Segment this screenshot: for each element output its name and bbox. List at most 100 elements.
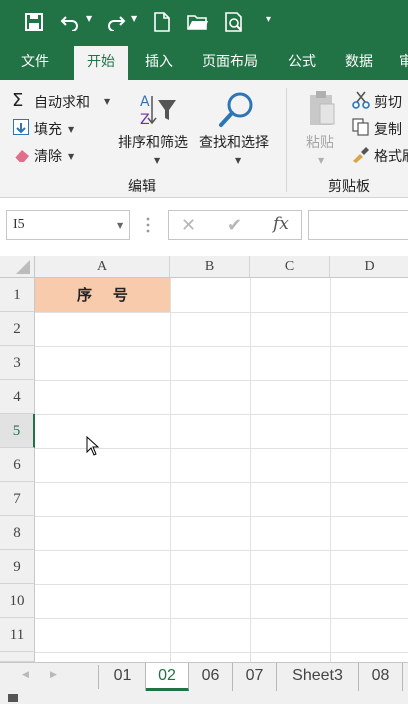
tab-data[interactable]: 数据 (333, 44, 385, 80)
select-all-corner[interactable] (0, 256, 35, 278)
tab-insert[interactable]: 插入 (132, 44, 186, 80)
chevron-down-icon: ▼ (68, 152, 75, 161)
row-header-11[interactable]: 11 (0, 618, 35, 652)
grid-line (35, 312, 408, 313)
grid-line (330, 278, 331, 662)
sheet-tab-08[interactable]: 08 (359, 663, 403, 691)
status-macro-icon (8, 694, 18, 702)
sort-filter-label: 排序和筛选 (118, 135, 188, 151)
spreadsheet-grid: A B C D 1 2 3 4 5 6 7 8 9 10 11 序 号 (0, 256, 408, 662)
clipboard-icon (308, 90, 336, 132)
autosum-label: 自动求和 (34, 95, 90, 111)
cut-button[interactable]: 剪切 (352, 90, 408, 112)
format-painter-label: 格式刷 (374, 149, 408, 165)
scroll-right-icon[interactable]: ▶ (50, 670, 57, 680)
copy-label: 复制 (374, 122, 402, 138)
row-header-2[interactable]: 2 (0, 312, 35, 346)
grid-line (35, 380, 408, 381)
sheet-tab-01[interactable]: 01 (100, 663, 146, 691)
ribbon: Σ 自动求和 ▼ 填充 ▼ 清除 ▼ AZ 排序和筛选 ▼ 查找和选择 ▼ 编辑 (0, 80, 408, 198)
copy-icon (352, 118, 370, 140)
sort-az-filter-icon: AZ (138, 92, 178, 132)
fill-down-icon (13, 119, 29, 135)
copy-button[interactable]: 复制 (352, 117, 408, 139)
column-header-c[interactable]: C (250, 256, 330, 278)
sheet-tab-07[interactable]: 07 (233, 663, 277, 691)
chevron-down-icon: ▼ (117, 221, 124, 230)
autosum-button[interactable]: Σ 自动求和 ▼ (12, 90, 116, 112)
row-header-9[interactable]: 9 (0, 550, 35, 584)
row-header-3[interactable]: 3 (0, 346, 35, 380)
eraser-icon (13, 147, 31, 167)
grid-line (35, 550, 408, 551)
clear-label: 清除 (34, 149, 62, 165)
sheet-tab-sheet3[interactable]: Sheet3 (277, 663, 359, 691)
sheet-tab-bar: ◀ ▶ 01 02 06 07 Sheet3 08 (0, 662, 408, 692)
quick-access-toolbar: ▼ ▼ ▾ (0, 0, 408, 44)
tab-home[interactable]: 开始 (74, 46, 128, 80)
grid-line (35, 346, 408, 347)
tab-review[interactable]: 审 (396, 44, 408, 80)
column-header-a[interactable]: A (35, 256, 170, 278)
magnifier-icon (216, 90, 256, 134)
customize-caret-icon[interactable]: ▾ (266, 14, 271, 25)
redo-icon[interactable] (104, 8, 128, 36)
sigma-icon: Σ (12, 90, 24, 111)
chevron-down-icon: ▼ (104, 97, 111, 106)
clear-button[interactable]: 清除 ▼ (12, 144, 82, 166)
grid-line (35, 482, 408, 483)
svg-text:A: A (140, 94, 150, 110)
cancel-icon[interactable]: ✕ (181, 215, 196, 236)
new-file-icon[interactable] (150, 8, 174, 36)
row-header-8[interactable]: 8 (0, 516, 35, 550)
tab-page-layout[interactable]: 页面布局 (192, 44, 268, 80)
grid-line (35, 414, 408, 415)
scissors-icon (352, 91, 370, 113)
grid-line (35, 652, 408, 653)
open-folder-icon[interactable] (185, 8, 211, 36)
paintbrush-icon (352, 146, 370, 168)
sheet-tab-06[interactable]: 06 (189, 663, 233, 691)
tab-formulas[interactable]: 公式 (276, 44, 328, 80)
column-header-d[interactable]: D (330, 256, 408, 278)
format-painter-button[interactable]: 格式刷 (352, 144, 408, 166)
row-header-1[interactable]: 1 (0, 278, 35, 312)
chevron-down-icon: ▼ (318, 156, 325, 165)
ribbon-tabs: 文件 开始 插入 页面布局 公式 数据 审 (0, 44, 408, 80)
row-header-12[interactable] (0, 652, 35, 662)
name-box[interactable]: I5 ▼ (6, 210, 130, 240)
paste-button[interactable]: 粘贴 ▼ (298, 88, 344, 174)
cell-a1[interactable]: 序 号 (35, 278, 170, 312)
formula-bar-grip[interactable] (146, 216, 150, 234)
status-bar (0, 692, 408, 704)
save-icon[interactable] (22, 8, 46, 36)
row-header-10[interactable]: 10 (0, 584, 35, 618)
fill-button[interactable]: 填充 ▼ (12, 117, 82, 139)
redo-caret-icon[interactable]: ▼ (131, 14, 137, 23)
row-header-6[interactable]: 6 (0, 448, 35, 482)
find-select-label: 查找和选择 (199, 135, 269, 151)
grid-line (35, 584, 408, 585)
insert-function-icon[interactable]: fx (273, 214, 289, 234)
scroll-left-icon[interactable]: ◀ (22, 670, 29, 680)
paste-label: 粘贴 (306, 135, 334, 151)
grid-line (35, 516, 408, 517)
row-header-4[interactable]: 4 (0, 380, 35, 414)
formula-bar: I5 ▼ ✕ ✔ fx (0, 198, 408, 256)
sort-filter-button[interactable]: AZ 排序和筛选 ▼ (116, 88, 196, 178)
column-header-b[interactable]: B (170, 256, 250, 278)
find-select-button[interactable]: 查找和选择 ▼ (198, 88, 278, 178)
sheet-tab-02[interactable]: 02 (146, 663, 189, 691)
group-separator (286, 88, 287, 192)
row-header-7[interactable]: 7 (0, 482, 35, 516)
enter-check-icon[interactable]: ✔ (227, 215, 242, 236)
print-preview-icon[interactable] (222, 8, 248, 36)
tab-file[interactable]: 文件 (8, 44, 62, 80)
undo-caret-icon[interactable]: ▼ (86, 14, 92, 23)
editing-group-label: 编辑 (128, 179, 156, 195)
formula-input[interactable] (308, 210, 408, 240)
grid-line (170, 278, 171, 662)
svg-text:Z: Z (140, 112, 150, 128)
undo-icon[interactable] (58, 8, 82, 36)
row-header-5[interactable]: 5 (0, 414, 35, 448)
